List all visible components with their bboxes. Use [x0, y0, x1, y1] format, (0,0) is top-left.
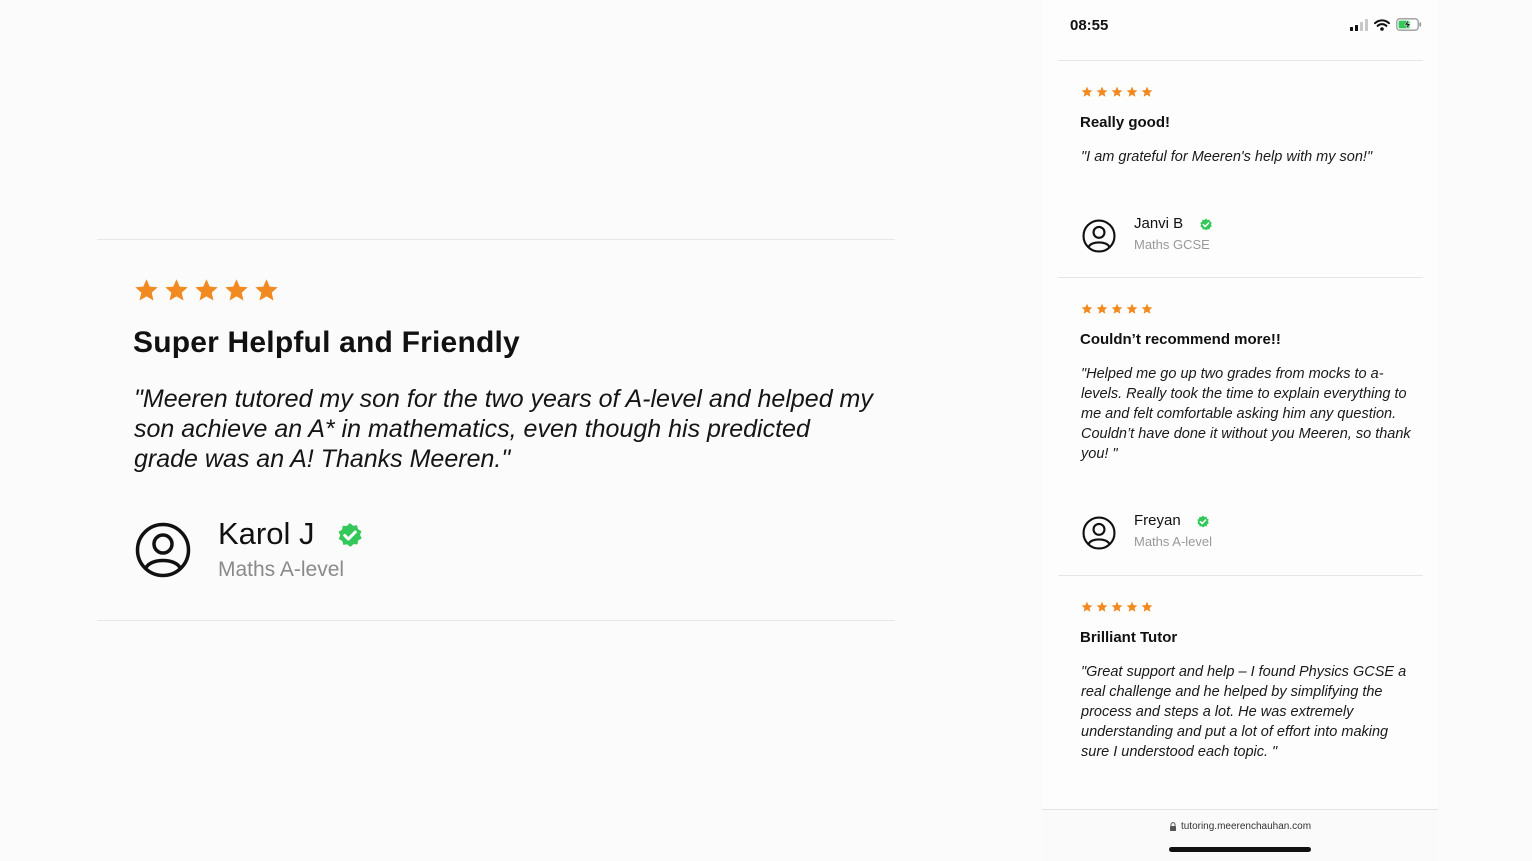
verified-badge-icon: [1200, 218, 1212, 231]
review-quote: "I am grateful for Meeren's help with my…: [1081, 149, 1373, 165]
star-icon: [1141, 601, 1153, 612]
star-icon: [1126, 86, 1138, 97]
featured-review-card: Super Helpful and Friendly "Meeren tutor…: [97, 239, 895, 621]
star-icon: [1096, 303, 1108, 314]
url-row[interactable]: tutoring.meerenchauhan.com: [1042, 821, 1438, 832]
lock-icon: [1169, 822, 1176, 831]
status-bar: 08:55: [1042, 0, 1438, 52]
star-icon: [135, 279, 158, 301]
star-icon: [1096, 86, 1108, 97]
user-avatar-icon: [135, 522, 191, 578]
star-icon: [255, 279, 278, 301]
star-rating: [1081, 303, 1153, 315]
browser-url-bar[interactable]: tutoring.meerenchauhan.com: [1042, 809, 1438, 861]
review-quote: "Meeren tutored my son for the two years…: [134, 385, 873, 473]
reviewer-course: Maths A-level: [1134, 534, 1213, 549]
review-card: Couldn’t recommend more!! "Helped me go …: [1058, 277, 1423, 576]
reviewer: Janvi B Maths GCSE: [1081, 215, 1381, 255]
user-avatar-icon: [1082, 219, 1116, 253]
reviewer: Freyan Maths A-level: [1081, 512, 1381, 552]
star-icon: [165, 279, 188, 301]
star-icon: [225, 279, 248, 301]
star-icon: [195, 279, 218, 301]
star-icon: [1081, 86, 1093, 97]
star-icon: [1081, 601, 1093, 612]
status-icons: [1350, 18, 1422, 31]
reviewer-name: Karol J: [218, 516, 315, 551]
reviewer-course: Maths A-level: [218, 558, 345, 581]
star-rating: [134, 278, 279, 303]
signal-icon: [1350, 18, 1368, 31]
review-quote: "Helped me go up two grades from mocks t…: [1081, 366, 1411, 462]
verified-badge-icon: [1197, 515, 1209, 528]
status-time: 08:55: [1070, 17, 1109, 34]
reviewer-name: Janvi B: [1134, 215, 1184, 232]
reviewer-name: Freyan: [1134, 512, 1181, 529]
page: Super Helpful and Friendly "Meeren tutor…: [0, 0, 1532, 861]
wifi-icon: [1374, 18, 1390, 31]
user-avatar-icon: [1082, 516, 1116, 550]
star-icon: [1126, 303, 1138, 314]
phone-screen: 08:55 Really good! "I am grateful for Me…: [1042, 0, 1438, 861]
star-icon: [1126, 601, 1138, 612]
star-icon: [1081, 303, 1093, 314]
review-card: Really good! "I am grateful for Meeren's…: [1058, 60, 1423, 278]
review-title: Really good!: [1080, 114, 1171, 131]
review-card: Brilliant Tutor "Great support and help …: [1058, 575, 1423, 809]
battery-charging-icon: [1396, 18, 1422, 31]
home-indicator[interactable]: [1169, 847, 1311, 852]
star-rating: [1081, 601, 1153, 613]
star-icon: [1111, 601, 1123, 612]
reviewer-course: Maths GCSE: [1134, 237, 1210, 252]
url-text[interactable]: tutoring.meerenchauhan.com: [1181, 821, 1311, 832]
star-rating: [1081, 86, 1153, 98]
review-quote: "Great support and help – I found Physic…: [1081, 664, 1407, 760]
star-icon: [1111, 303, 1123, 314]
star-icon: [1111, 86, 1123, 97]
star-icon: [1141, 303, 1153, 314]
review-title: Couldn’t recommend more!!: [1080, 331, 1281, 348]
star-icon: [1141, 86, 1153, 97]
verified-badge-icon: [338, 523, 362, 547]
review-title: Super Helpful and Friendly: [133, 326, 520, 359]
star-icon: [1096, 601, 1108, 612]
reviewer: Karol J Maths A-level: [135, 516, 735, 592]
review-title: Brilliant Tutor: [1080, 629, 1178, 646]
